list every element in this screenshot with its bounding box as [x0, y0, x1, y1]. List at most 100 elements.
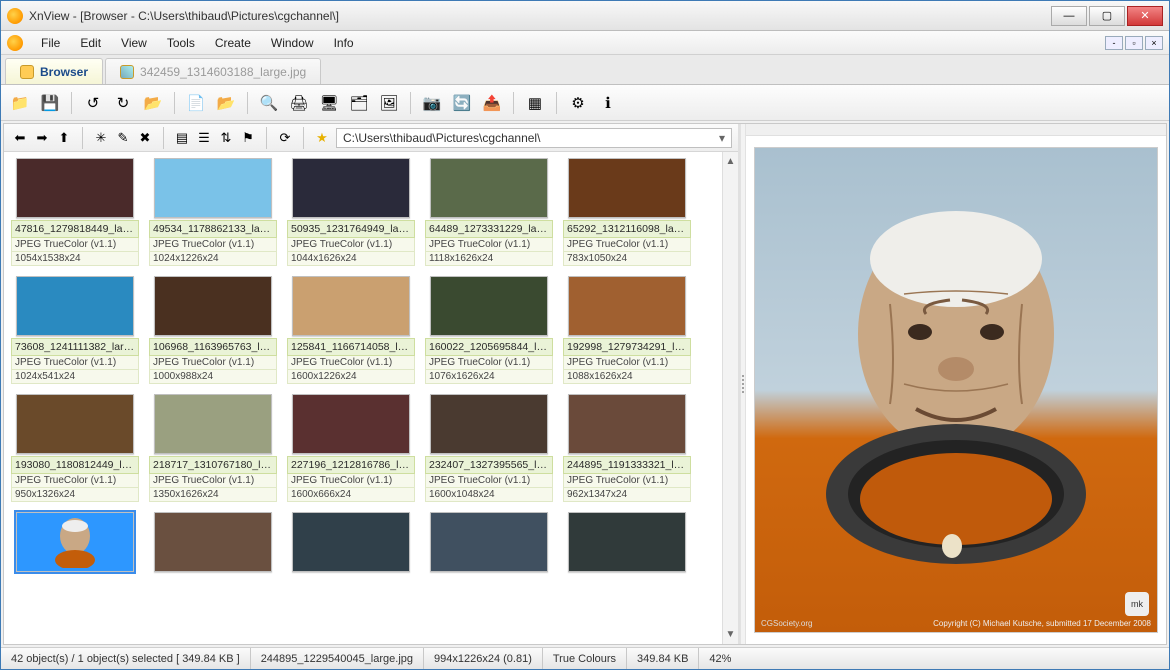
thumbnail-item[interactable]: 50935_1231764949_largeJPEG TrueColor (v1… — [286, 158, 416, 266]
monitor-icon[interactable]: 🖥 — [316, 90, 342, 116]
up-icon[interactable]: ⬆ — [54, 128, 74, 148]
menu-window[interactable]: Window — [261, 34, 324, 52]
thumbnail-image[interactable] — [568, 394, 686, 454]
filter-icon[interactable]: ⚑ — [238, 128, 258, 148]
refresh-cw-icon[interactable]: ↻ — [110, 90, 136, 116]
refresh-icon[interactable]: ⟳ — [275, 128, 295, 148]
favorites-star-icon[interactable]: ★ — [312, 128, 332, 148]
thumbnail-image[interactable] — [154, 394, 272, 454]
tab-label: 342459_1314603188_large.jpg — [140, 65, 306, 79]
mdi-minimize-button[interactable]: - — [1105, 36, 1123, 50]
thumbnail-item[interactable] — [424, 512, 554, 574]
new-item-icon[interactable]: ✳ — [91, 128, 111, 148]
thumbnail-image[interactable] — [16, 512, 134, 572]
thumbnail-image[interactable] — [430, 276, 548, 336]
thumbnail-item[interactable]: 244895_1191333321_la...JPEG TrueColor (v… — [562, 394, 692, 502]
menu-edit[interactable]: Edit — [70, 34, 111, 52]
thumbnail-image[interactable] — [292, 276, 410, 336]
refresh-ccw-icon[interactable]: ↺ — [80, 90, 106, 116]
thumbnail-image[interactable] — [16, 276, 134, 336]
gear-icon[interactable]: ⚙ — [565, 90, 591, 116]
close-button[interactable]: ✕ — [1127, 6, 1163, 26]
thumbnail-image[interactable] — [154, 512, 272, 572]
thumbnail-item[interactable]: 193080_1180812449_la...JPEG TrueColor (v… — [10, 394, 140, 502]
thumbnail-image[interactable] — [154, 276, 272, 336]
thumbnail-image[interactable] — [430, 512, 548, 572]
thumbnail-type: JPEG TrueColor (v1.1) — [149, 474, 277, 488]
thumbnail-item[interactable]: 192998_1279734291_la...JPEG TrueColor (v… — [562, 276, 692, 384]
menu-create[interactable]: Create — [205, 34, 261, 52]
vertical-scrollbar[interactable]: ▲ ▼ — [722, 152, 738, 644]
preview-image[interactable]: CGSociety.org mk Copyright (C) Michael K… — [754, 147, 1158, 633]
address-bar[interactable]: C:\Users\thibaud\Pictures\cgchannel\ ▾ — [336, 128, 732, 148]
thumbnail-image[interactable] — [430, 394, 548, 454]
thumbnail-grid[interactable]: 47816_1279818449_largeJPEG TrueColor (v1… — [4, 152, 722, 644]
forward-icon[interactable]: ➡ — [32, 128, 52, 148]
disk-icon[interactable]: 💾 — [37, 90, 63, 116]
tab-0[interactable]: Browser — [5, 58, 103, 84]
mdi-restore-button[interactable]: ▫ — [1125, 36, 1143, 50]
thumbnail-name: 64489_1273331229_large — [425, 220, 553, 238]
thumbnail-item[interactable] — [286, 512, 416, 574]
scroll-up-icon[interactable]: ▲ — [726, 156, 736, 167]
tab-1[interactable]: 342459_1314603188_large.jpg — [105, 58, 321, 84]
thumbnail-item[interactable]: 64489_1273331229_largeJPEG TrueColor (v1… — [424, 158, 554, 266]
thumbnail-image[interactable] — [568, 276, 686, 336]
thumbnail-name: 227196_1212816786_la... — [287, 456, 415, 474]
info-icon[interactable]: ℹ — [595, 90, 621, 116]
menu-info[interactable]: Info — [324, 34, 364, 52]
thumbnail-image[interactable] — [154, 158, 272, 218]
menu-file[interactable]: File — [31, 34, 70, 52]
stack-icon[interactable]: 🗂 — [346, 90, 372, 116]
thumbnail-item[interactable]: 160022_1205695844_la...JPEG TrueColor (v… — [424, 276, 554, 384]
thumbnail-item[interactable] — [562, 512, 692, 574]
thumbnail-image[interactable] — [292, 512, 410, 572]
camera-icon[interactable]: 📷 — [419, 90, 445, 116]
copy-icon[interactable]: 📄 — [183, 90, 209, 116]
thumbnail-item[interactable]: 47816_1279818449_largeJPEG TrueColor (v1… — [10, 158, 140, 266]
thumbnail-image[interactable] — [568, 158, 686, 218]
thumbnail-item[interactable]: 106968_1163965763_la...JPEG TrueColor (v… — [148, 276, 278, 384]
thumbnail-image[interactable] — [292, 394, 410, 454]
thumbnail-item[interactable] — [148, 512, 278, 574]
thumbnail-image[interactable] — [292, 158, 410, 218]
grid-icon[interactable]: ▦ — [522, 90, 548, 116]
folder-new-icon[interactable]: 📂 — [140, 90, 166, 116]
folder-icon[interactable]: 📁 — [7, 90, 33, 116]
thumbnail-image[interactable] — [16, 394, 134, 454]
convert-icon[interactable]: 🔄 — [449, 90, 475, 116]
mdi-close-button[interactable]: × — [1145, 36, 1163, 50]
thumbnail-item[interactable]: 227196_1212816786_la...JPEG TrueColor (v… — [286, 394, 416, 502]
menu-view[interactable]: View — [111, 34, 157, 52]
status-colors: True Colours — [543, 648, 627, 669]
print-icon[interactable]: 🖨 — [286, 90, 312, 116]
delete-icon[interactable]: ✖ — [135, 128, 155, 148]
status-objects: 42 object(s) / 1 object(s) selected [ 34… — [1, 648, 251, 669]
export-icon[interactable]: 📤 — [479, 90, 505, 116]
folder-open-icon[interactable]: 📂 — [213, 90, 239, 116]
minimize-button[interactable]: — — [1051, 6, 1087, 26]
thumbnail-item[interactable]: 49534_1178862133_largeJPEG TrueColor (v1… — [148, 158, 278, 266]
thumbnail-item[interactable]: 232407_1327395565_la...JPEG TrueColor (v… — [424, 394, 554, 502]
thumbnail-item[interactable]: 73608_1241111382_largeJPEG TrueColor (v1… — [10, 276, 140, 384]
thumbnail-item[interactable] — [10, 512, 140, 574]
thumbnail-image[interactable] — [568, 512, 686, 572]
menu-tools[interactable]: Tools — [157, 34, 205, 52]
maximize-button[interactable]: ▢ — [1089, 6, 1125, 26]
sort-icon[interactable]: ⇅ — [216, 128, 236, 148]
thumb-view-icon[interactable]: ▤ — [172, 128, 192, 148]
images-icon[interactable]: 🖼 — [376, 90, 402, 116]
thumbnail-item[interactable]: 218717_1310767180_la...JPEG TrueColor (v… — [148, 394, 278, 502]
thumbnail-image[interactable] — [16, 158, 134, 218]
list-view-icon[interactable]: ☰ — [194, 128, 214, 148]
back-icon[interactable]: ⬅ — [10, 128, 30, 148]
thumbnail-name: 193080_1180812449_la... — [11, 456, 139, 474]
binoculars-icon[interactable]: 🔍 — [256, 90, 282, 116]
scroll-down-icon[interactable]: ▼ — [726, 629, 736, 640]
thumbnail-item[interactable]: 125841_1166714058_la...JPEG TrueColor (v… — [286, 276, 416, 384]
thumbnail-item[interactable]: 65292_1312116098_largeJPEG TrueColor (v1… — [562, 158, 692, 266]
address-dropdown-icon[interactable]: ▾ — [719, 131, 725, 145]
thumbnail-image[interactable] — [430, 158, 548, 218]
portrait-svg — [806, 184, 1106, 564]
edit-icon[interactable]: ✎ — [113, 128, 133, 148]
